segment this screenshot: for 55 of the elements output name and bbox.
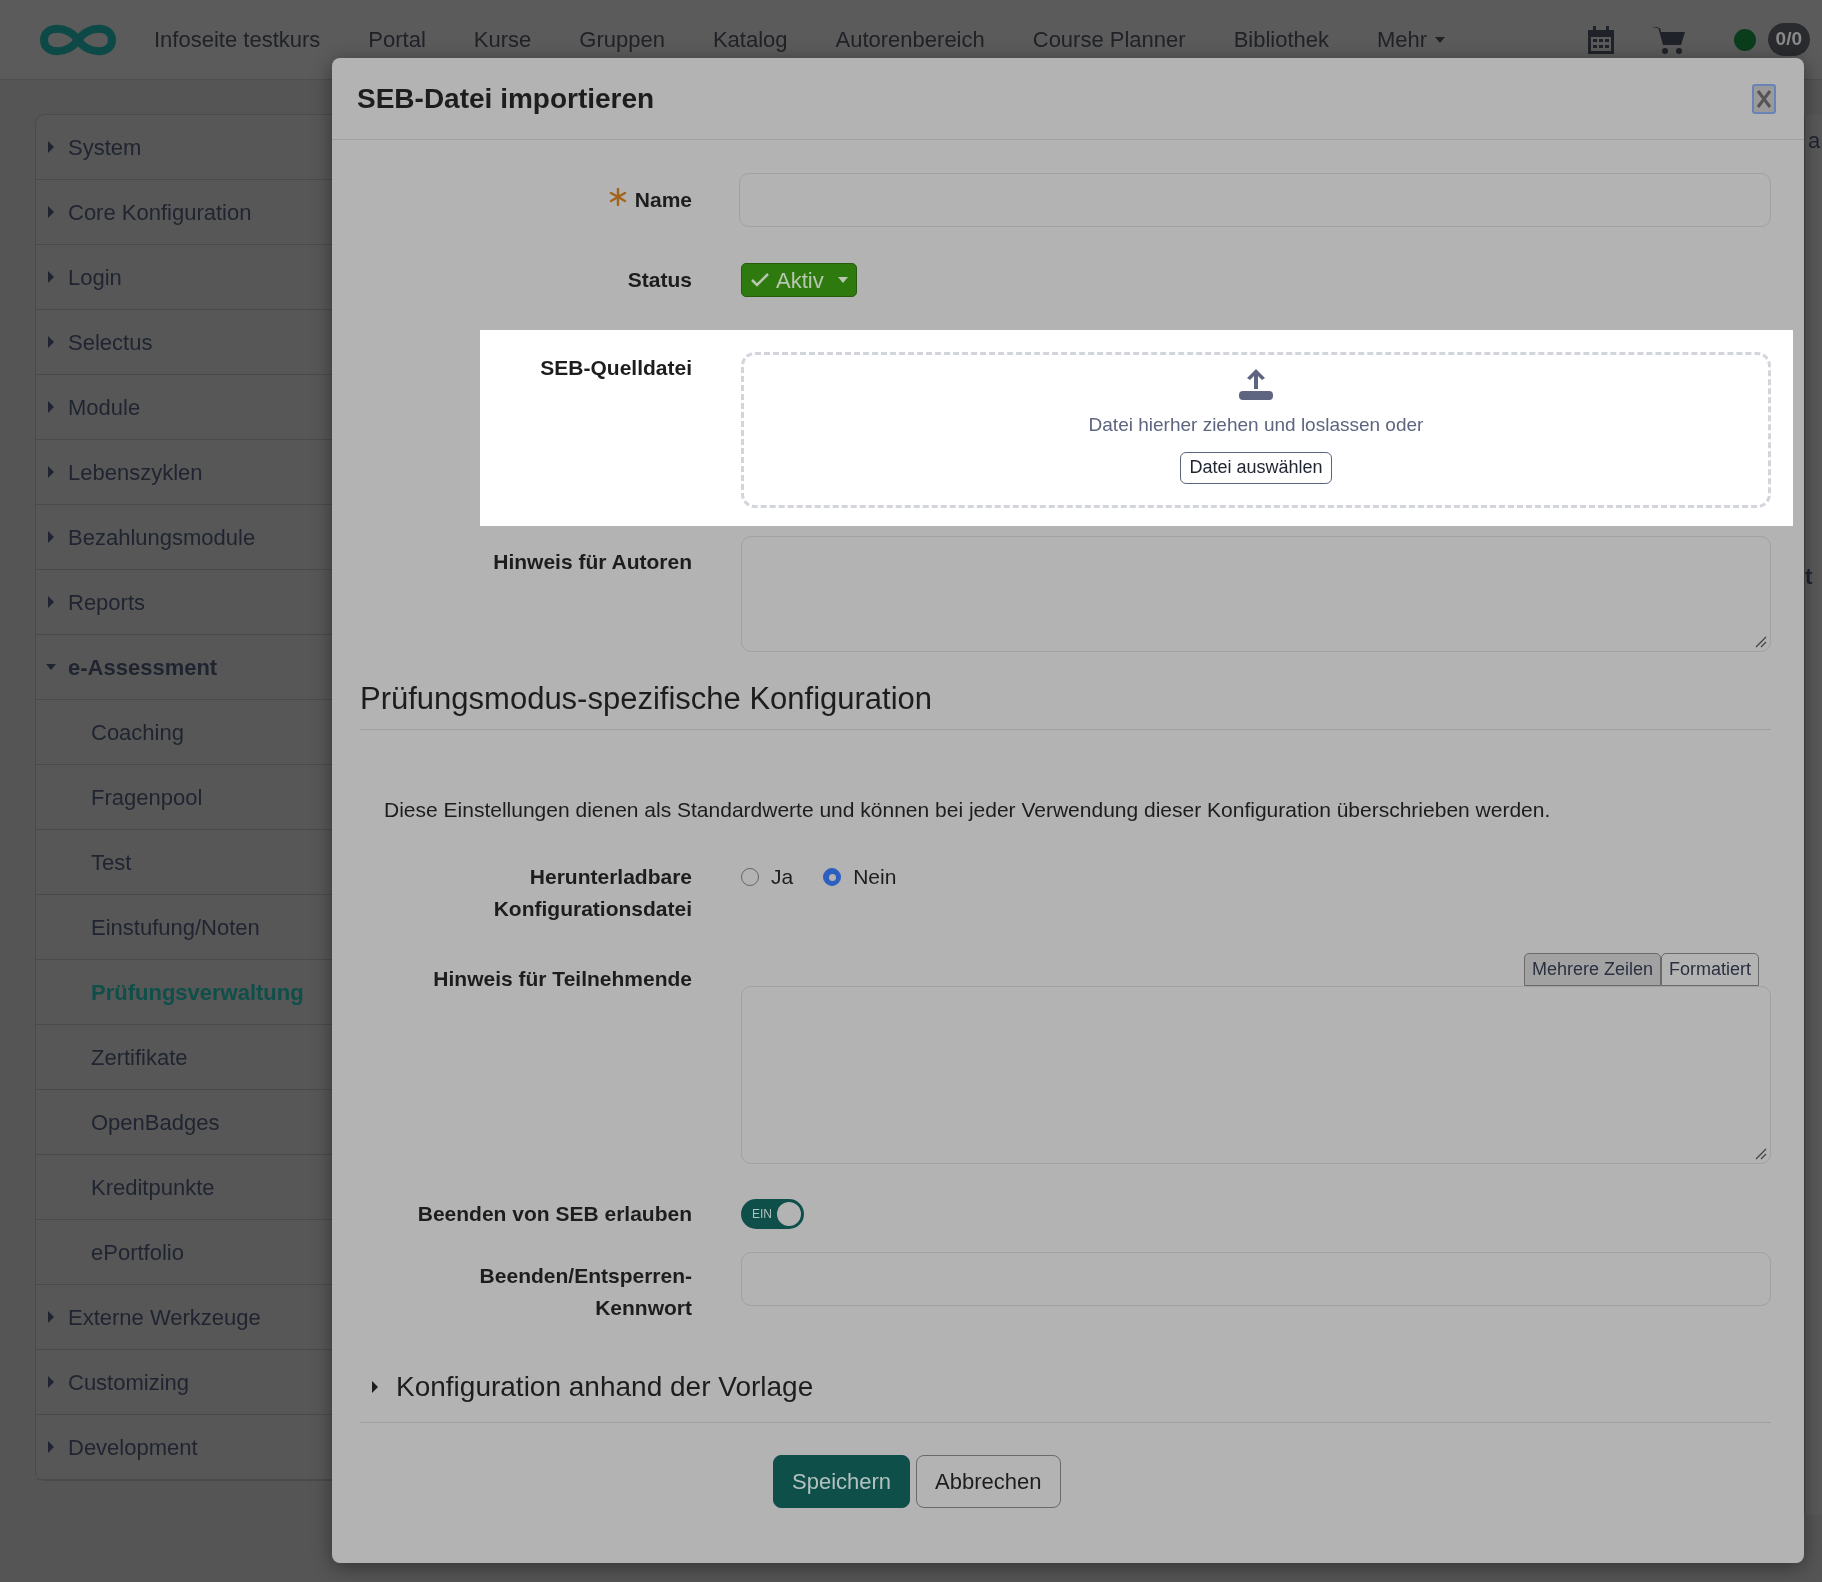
file-drop-zone[interactable]: Datei hierher ziehen und loslassen oder Datei auswählen <box>741 352 1771 508</box>
counter-badge[interactable]: 0/0 <box>1767 23 1810 56</box>
caret-icon <box>46 401 56 413</box>
field-label: Hinweis für Teilnehmende <box>433 966 692 992</box>
field-label: SEB-Quelldatei <box>540 355 692 381</box>
field-label: Status <box>627 267 692 293</box>
upload-icon <box>1239 367 1273 401</box>
nav-link[interactable]: Kurse <box>473 23 532 56</box>
caret-icon <box>46 596 56 608</box>
choose-file-button[interactable]: Datei auswählen <box>1180 451 1332 484</box>
caret-icon <box>46 271 56 283</box>
nav-link[interactable]: Infoseite testkurs <box>154 23 321 56</box>
radio-option[interactable]: Nein <box>823 861 897 893</box>
resize-handle-icon <box>1755 636 1767 648</box>
drop-hint: Datei hierher ziehen und loslassen oder <box>1088 413 1424 437</box>
toggle-switch[interactable]: EIN <box>741 1199 804 1229</box>
caret-icon <box>46 206 56 218</box>
nav-link[interactable]: Course Planner <box>1032 23 1186 56</box>
more-menu[interactable]: Mehr <box>1377 23 1446 56</box>
nav-link[interactable]: Portal <box>368 23 426 56</box>
caret-icon <box>46 1441 56 1453</box>
field-label: Herunterladbare Konfigurationsdatei <box>492 864 692 922</box>
radio-button[interactable] <box>741 868 759 886</box>
modal-title: SEB-Datei importieren <box>357 81 655 116</box>
field-label: Beenden/Entsperren-Kennwort <box>478 1263 692 1321</box>
nav-link[interactable]: Autorenbereich <box>835 23 985 56</box>
field-label: Beenden von SEB erlauben <box>417 1201 692 1227</box>
caret-icon <box>46 1311 56 1323</box>
close-button[interactable] <box>1752 83 1776 114</box>
cancel-button[interactable]: Abbrechen <box>916 1455 1061 1508</box>
background-text: a <box>1808 130 1821 152</box>
caret-icon <box>46 531 56 543</box>
nav-link[interactable]: Katalog <box>712 23 788 56</box>
template-toggle[interactable]: Konfiguration anhand der Vorlage <box>370 1366 814 1408</box>
field-label: Name <box>634 187 692 213</box>
caret-icon <box>46 336 56 348</box>
radio-button[interactable] <box>823 868 842 886</box>
caret-icon <box>46 141 56 153</box>
caret-icon <box>370 1381 380 1393</box>
field-label: Hinweis für Autoren <box>493 549 692 575</box>
resize-handle-icon <box>1755 1148 1767 1160</box>
section-heading: Prüfungsmodus-spezifische Konfiguration <box>360 681 933 716</box>
calendar-icon[interactable] <box>1587 25 1614 54</box>
nav-link[interactable]: Gruppen <box>579 23 665 56</box>
caret-icon <box>46 466 56 478</box>
caret-icon <box>46 1376 56 1388</box>
editor-tab[interactable]: Formatiert <box>1661 953 1759 986</box>
nav-link[interactable]: Bibliothek <box>1233 23 1329 56</box>
close-icon <box>1756 87 1772 110</box>
check-icon <box>750 272 770 288</box>
status-dropdown[interactable]: Aktiv <box>741 263 857 297</box>
section-description: Diese Einstellungen dienen als Standardwerte und können bei jeder Verwendung dieser Konfiguration überschrieben werden. <box>384 796 1552 823</box>
radio-option[interactable]: Ja <box>741 861 794 893</box>
editor-tab[interactable]: Mehrere Zeilen <box>1523 953 1661 986</box>
save-button[interactable]: Speichern <box>773 1455 911 1508</box>
